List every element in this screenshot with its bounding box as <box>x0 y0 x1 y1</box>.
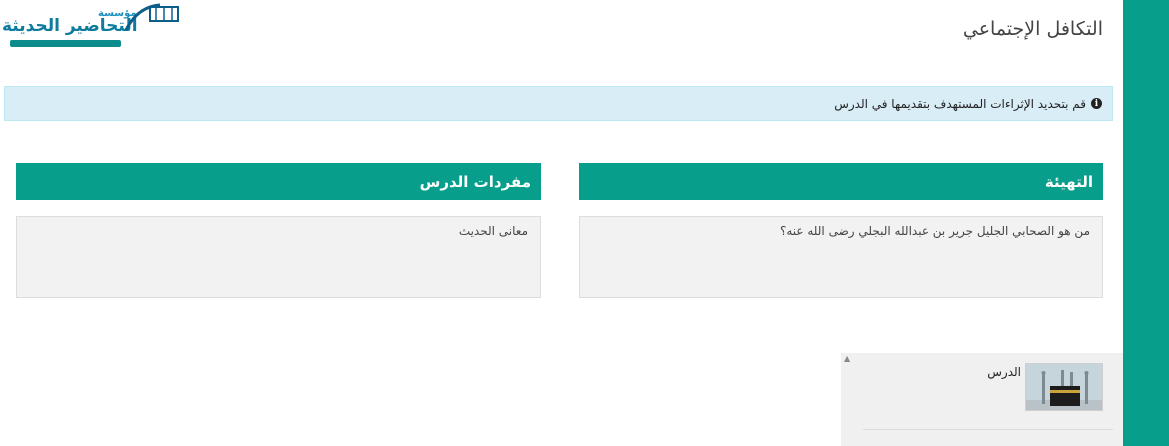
vocab-panel-title: مفردات الدرس <box>419 172 531 191</box>
vocab-panel-header: مفردات الدرس <box>16 163 541 200</box>
intro-panel-header: التهيئة <box>579 163 1103 200</box>
logo-wing-icon <box>124 3 179 31</box>
scroll-up-arrow-icon[interactable]: ▲ <box>844 354 850 363</box>
intro-panel-title: التهيئة <box>1044 172 1093 191</box>
lesson-item-label[interactable]: الدرس <box>987 365 1021 379</box>
divider <box>863 429 1113 430</box>
vocab-panel-body[interactable]: معانى الحديث <box>16 216 541 298</box>
kaaba-icon <box>1026 364 1102 410</box>
lesson-thumbnail[interactable] <box>1025 363 1103 411</box>
lesson-list[interactable]: ▲ الدرس <box>841 353 1123 446</box>
alert-text: قم بتحديد الإثراءات المستهدف بتقديمها في… <box>834 96 1086 111</box>
page-title: التكافل الإجتماعي <box>962 18 1103 40</box>
logo-underline <box>10 40 121 47</box>
info-alert: i قم بتحديد الإثراءات المستهدف بتقديمها … <box>4 86 1113 121</box>
logo[interactable]: مؤسسة التحاضير الحديثة <box>0 0 180 50</box>
vocab-panel-text: معانى الحديث <box>458 224 528 238</box>
logo-main-text: التحاضير الحديثة <box>2 16 138 36</box>
intro-panel-text: من هو الصحابي الجليل جرير بن عبدالله الب… <box>779 224 1090 238</box>
info-icon: i <box>1091 98 1102 109</box>
intro-panel-body[interactable]: من هو الصحابي الجليل جرير بن عبدالله الب… <box>579 216 1103 298</box>
right-sidebar-strip <box>1123 0 1169 446</box>
